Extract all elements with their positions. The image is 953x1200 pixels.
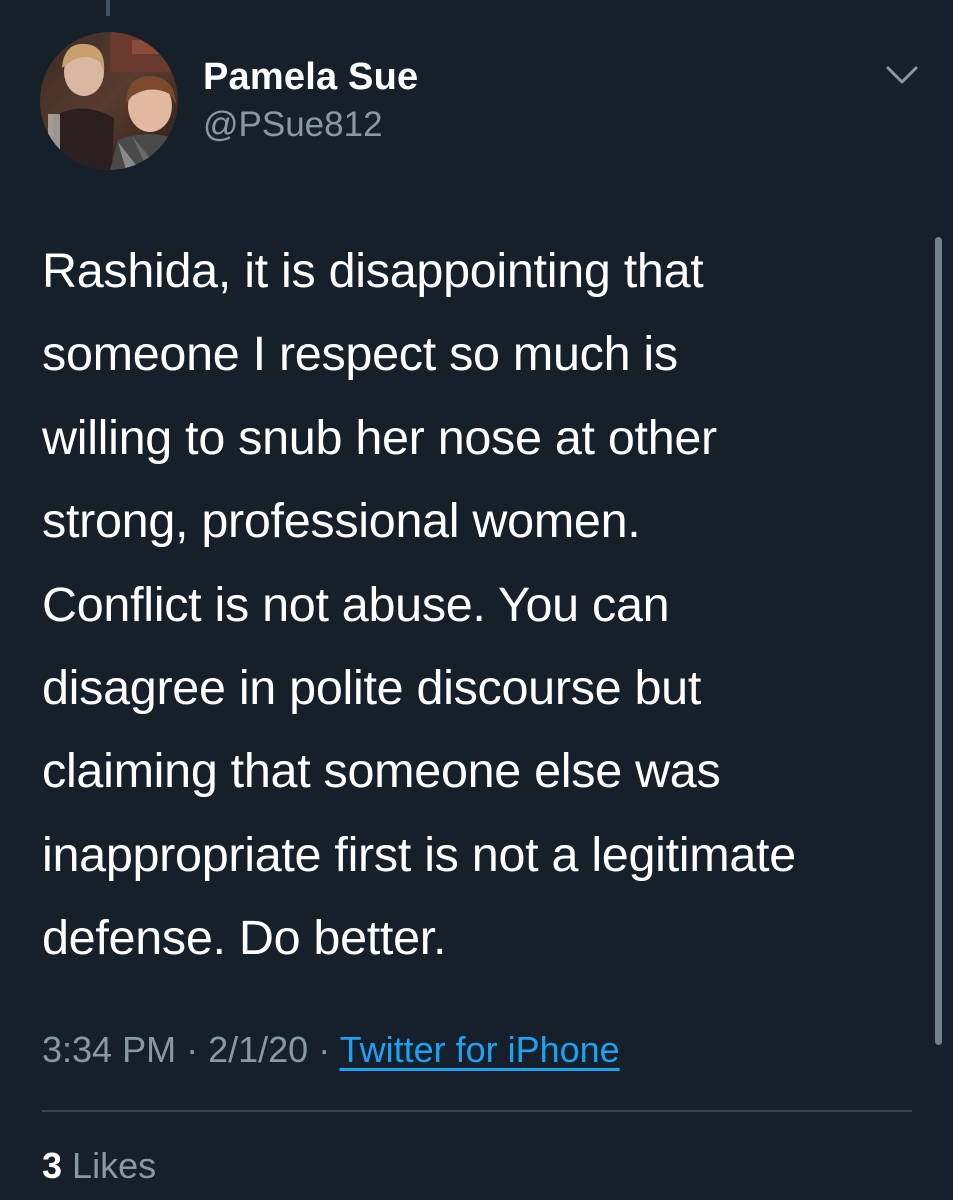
meta-separator: · — [318, 1029, 331, 1070]
tweet-text-line: claiming that someone else was — [42, 744, 721, 799]
tweet-text: Rashida, it is disappointing that someon… — [42, 230, 922, 981]
tweet-text-line: strong, professional women. — [42, 494, 641, 549]
author-name[interactable]: Pamela Sue — [203, 55, 418, 99]
likes-label: Likes — [72, 1145, 157, 1186]
tweet-source-link[interactable]: Twitter for iPhone — [340, 1029, 620, 1070]
tweet-metadata: 3:34 PM · 2/1/20 · Twitter for iPhone — [42, 1026, 620, 1074]
tweet-text-line: inappropriate first is not a legitimate — [42, 827, 796, 882]
tweet-time: 3:34 PM — [42, 1029, 177, 1070]
tweet-text-line: willing to snub her nose at other — [42, 410, 717, 465]
thread-connector-line — [106, 0, 110, 16]
avatar[interactable] — [40, 32, 178, 170]
author-handle[interactable]: @PSue812 — [203, 104, 418, 146]
tweet-text-line: someone I respect so much is — [42, 327, 678, 382]
likes-count: 3 — [42, 1145, 63, 1186]
likes-stat[interactable]: 3 Likes — [42, 1142, 156, 1190]
tweet-text-line: defense. Do better. — [42, 911, 447, 966]
avatar-photo — [40, 32, 178, 170]
author-block[interactable]: Pamela Sue @PSue812 — [203, 55, 418, 146]
chevron-down-icon[interactable] — [884, 62, 920, 88]
scrollbar[interactable] — [935, 237, 942, 1045]
tweet-text-line: Rashida, it is disappointing that — [42, 244, 704, 298]
tweet-text-line: disagree in polite discourse but — [42, 661, 702, 716]
meta-separator: · — [186, 1029, 199, 1070]
tweet-date: 2/1/20 — [208, 1029, 309, 1070]
tweet-text-line: Conflict is not abuse. You can — [42, 577, 670, 632]
divider — [42, 1110, 912, 1112]
